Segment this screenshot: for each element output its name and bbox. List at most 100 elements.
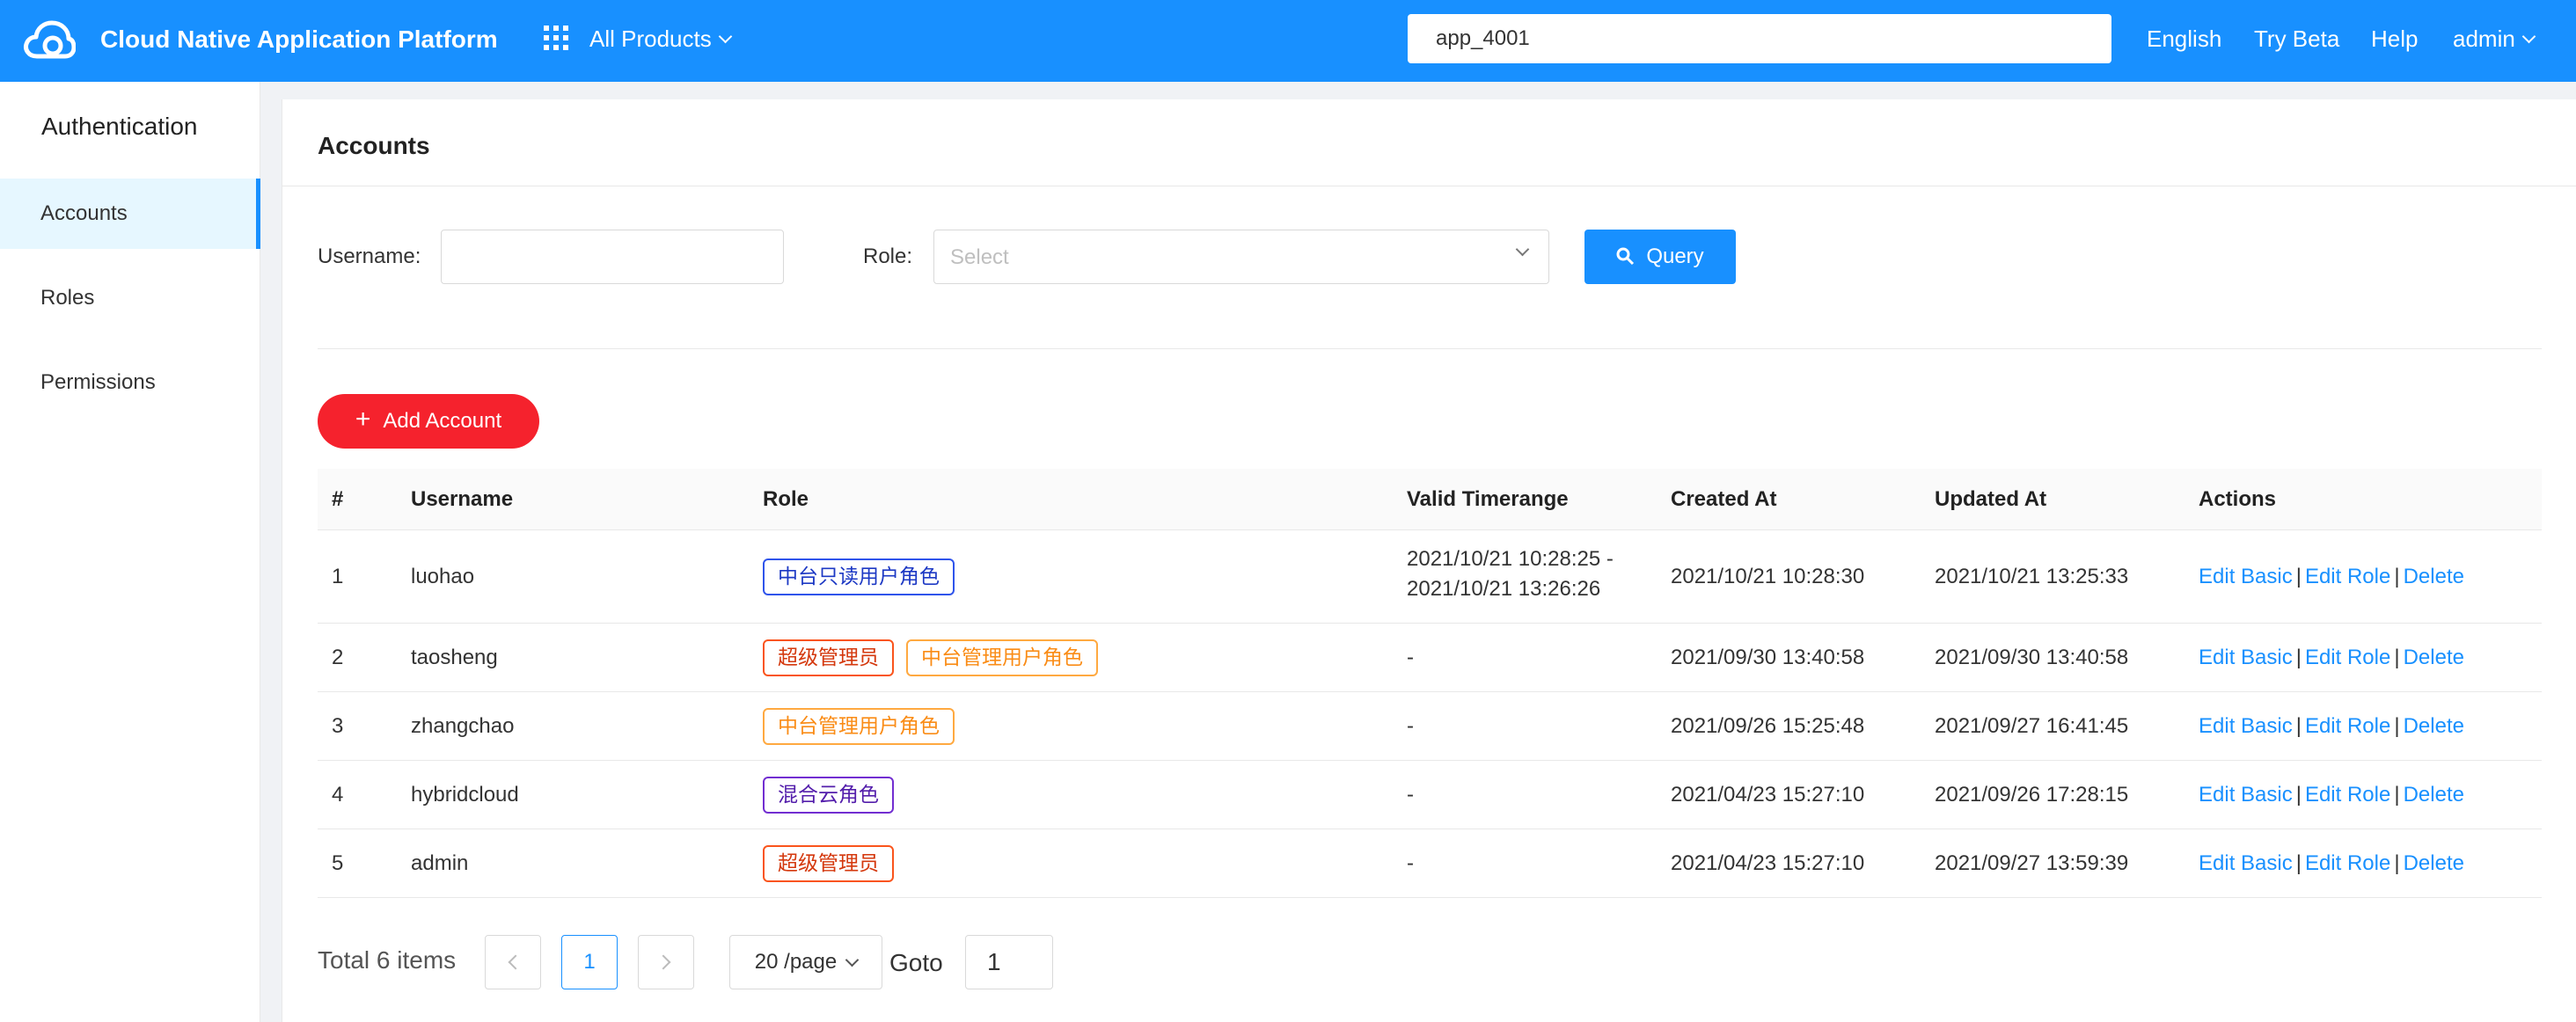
row-created-at: 2021/04/23 15:27:10 bbox=[1671, 783, 1865, 807]
row-created-at: 2021/10/21 10:28:30 bbox=[1671, 565, 1865, 588]
chevron-left-icon bbox=[508, 954, 523, 970]
edit-basic-link[interactable]: Edit Basic bbox=[2199, 646, 2293, 669]
row-updated-at: 2021/09/26 17:28:15 bbox=[1935, 783, 2129, 807]
column-header-role: Role bbox=[763, 487, 809, 511]
page-number-button[interactable]: 1 bbox=[561, 935, 618, 989]
role-tag: 中台管理用户角色 bbox=[906, 639, 1098, 676]
table-row: 5 admin 超级管理员 - 2021/04/23 15:27:10 2021… bbox=[318, 829, 2542, 898]
row-index: 4 bbox=[332, 783, 344, 807]
row-username: admin bbox=[411, 851, 469, 875]
row-created-at: 2021/09/26 15:25:48 bbox=[1671, 714, 1865, 738]
row-index: 1 bbox=[332, 565, 344, 588]
column-header-username: Username bbox=[411, 487, 514, 511]
username-input[interactable] bbox=[441, 230, 784, 284]
delete-link[interactable]: Delete bbox=[2404, 783, 2464, 807]
role-select[interactable]: Select bbox=[933, 230, 1549, 284]
row-valid-timerange: - bbox=[1407, 646, 1414, 669]
action-separator: | bbox=[2295, 714, 2302, 738]
goto-page-input[interactable] bbox=[965, 935, 1053, 989]
role-tag: 混合云角色 bbox=[763, 777, 894, 814]
delete-link[interactable]: Delete bbox=[2404, 851, 2464, 875]
sidebar-item-accounts[interactable]: Accounts bbox=[0, 179, 260, 249]
user-name: admin bbox=[2453, 26, 2515, 52]
user-menu[interactable]: admin bbox=[2453, 24, 2536, 54]
chevron-down-icon bbox=[1515, 242, 1530, 257]
add-account-button[interactable]: + Add Account bbox=[318, 394, 539, 449]
sidebar-item-permissions[interactable]: Permissions bbox=[0, 347, 260, 418]
app-title[interactable]: Cloud Native Application Platform bbox=[100, 25, 498, 55]
table-row: 3 zhangchao 中台管理用户角色 - 2021/09/26 15:25:… bbox=[318, 692, 2542, 761]
edit-role-link[interactable]: Edit Role bbox=[2305, 646, 2390, 669]
page-size-label: 20 /page bbox=[754, 950, 838, 974]
edit-role-link[interactable]: Edit Role bbox=[2305, 565, 2390, 588]
delete-link[interactable]: Delete bbox=[2404, 646, 2464, 669]
try-beta-link[interactable]: Try Beta bbox=[2254, 24, 2339, 54]
goto-label: Goto bbox=[889, 949, 943, 976]
edit-role-link[interactable]: Edit Role bbox=[2305, 714, 2390, 738]
accounts-table: # Username Role Valid Timerange Created … bbox=[318, 469, 2542, 898]
sidebar: Authentication Accounts Roles Permission… bbox=[0, 82, 260, 1022]
cloud-logo-icon[interactable] bbox=[23, 18, 76, 62]
row-actions: Edit Basic | Edit Role | Delete bbox=[2199, 780, 2464, 810]
row-updated-at: 2021/09/27 13:59:39 bbox=[1935, 851, 2129, 875]
chevron-down-icon bbox=[2521, 29, 2536, 43]
row-index: 3 bbox=[332, 714, 344, 738]
chevron-down-icon bbox=[845, 953, 860, 967]
all-products-dropdown[interactable]: All Products bbox=[589, 24, 733, 54]
edit-role-link[interactable]: Edit Role bbox=[2305, 783, 2390, 807]
help-link[interactable]: Help bbox=[2371, 24, 2418, 54]
divider bbox=[318, 348, 2542, 349]
role-tag: 中台管理用户角色 bbox=[763, 708, 955, 745]
row-username: hybridcloud bbox=[411, 783, 519, 807]
row-valid-timerange: 2021/10/21 10:28:25 - 2021/10/21 13:26:2… bbox=[1407, 544, 1614, 604]
edit-basic-link[interactable]: Edit Basic bbox=[2199, 714, 2293, 738]
search-icon bbox=[1616, 247, 1635, 266]
prev-page-button[interactable] bbox=[485, 935, 541, 989]
plus-icon: + bbox=[355, 405, 371, 434]
row-roles: 中台管理用户角色 bbox=[763, 708, 967, 745]
column-header-valid-timerange: Valid Timerange bbox=[1407, 487, 1569, 511]
row-roles: 混合云角色 bbox=[763, 777, 906, 814]
row-roles: 中台只读用户角色 bbox=[763, 558, 967, 595]
role-tag: 超级管理员 bbox=[763, 639, 894, 676]
timerange-start: 2021/10/21 10:28:25 - bbox=[1407, 547, 1614, 571]
language-switch[interactable]: English bbox=[2147, 24, 2221, 54]
role-tag: 超级管理员 bbox=[763, 845, 894, 882]
row-created-at: 2021/09/30 13:40:58 bbox=[1671, 646, 1865, 669]
main-panel: Accounts Username: Role: Select Query + … bbox=[282, 99, 2576, 1022]
row-actions: Edit Basic | Edit Role | Delete bbox=[2199, 562, 2464, 592]
next-page-button[interactable] bbox=[638, 935, 694, 989]
page-title: Accounts bbox=[318, 132, 430, 159]
add-account-label: Add Account bbox=[383, 409, 502, 433]
role-tag: 中台只读用户角色 bbox=[763, 558, 955, 595]
row-actions: Edit Basic | Edit Role | Delete bbox=[2199, 643, 2464, 673]
row-updated-at: 2021/10/21 13:25:33 bbox=[1935, 565, 2129, 588]
column-header-updated-at: Updated At bbox=[1935, 487, 2047, 511]
chevron-right-icon bbox=[655, 954, 671, 970]
action-separator: | bbox=[2394, 714, 2400, 738]
edit-basic-link[interactable]: Edit Basic bbox=[2199, 565, 2293, 588]
query-button[interactable]: Query bbox=[1584, 230, 1736, 284]
row-valid-timerange: - bbox=[1407, 783, 1414, 807]
sidebar-item-roles[interactable]: Roles bbox=[0, 263, 260, 333]
delete-link[interactable]: Delete bbox=[2404, 565, 2464, 588]
page-size-select[interactable]: 20 /page bbox=[729, 935, 882, 989]
role-label: Role: bbox=[863, 245, 913, 268]
action-separator: | bbox=[2394, 646, 2400, 669]
table-row: 2 taosheng 超级管理员 中台管理用户角色 - 2021/09/30 13… bbox=[318, 624, 2542, 692]
edit-basic-link[interactable]: Edit Basic bbox=[2199, 783, 2293, 807]
all-products-label: All Products bbox=[589, 26, 712, 52]
apps-grid-icon[interactable] bbox=[544, 26, 568, 50]
role-select-placeholder: Select bbox=[950, 245, 1009, 269]
row-username: taosheng bbox=[411, 646, 498, 669]
pagination-total: Total 6 items bbox=[318, 946, 457, 974]
row-updated-at: 2021/09/27 16:41:45 bbox=[1935, 714, 2129, 738]
action-separator: | bbox=[2295, 851, 2302, 875]
row-username: luohao bbox=[411, 565, 475, 588]
table-row: 4 hybridcloud 混合云角色 - 2021/04/23 15:27:1… bbox=[318, 761, 2542, 829]
delete-link[interactable]: Delete bbox=[2404, 714, 2464, 738]
column-header-index: # bbox=[332, 487, 344, 511]
edit-role-link[interactable]: Edit Role bbox=[2305, 851, 2390, 875]
app-search-input[interactable] bbox=[1408, 14, 2111, 63]
edit-basic-link[interactable]: Edit Basic bbox=[2199, 851, 2293, 875]
